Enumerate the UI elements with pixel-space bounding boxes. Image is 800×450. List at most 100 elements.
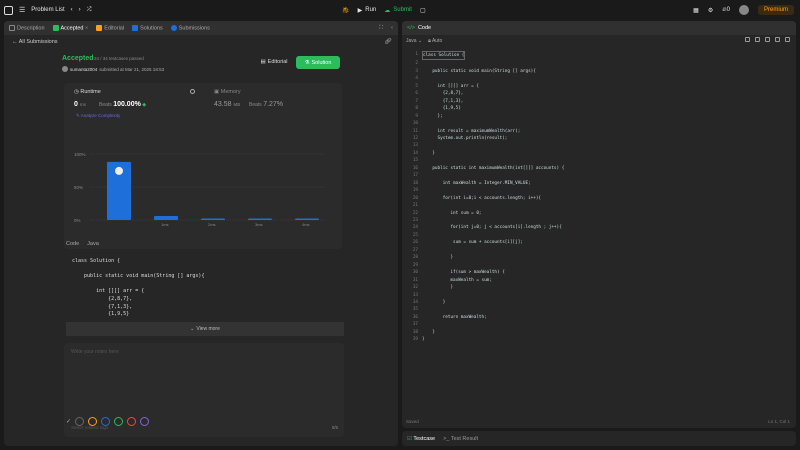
expand-icon[interactable]: ⛶ bbox=[379, 25, 383, 32]
tab-description[interactable]: Description bbox=[9, 24, 45, 31]
tab-test-result[interactable]: >_ Test Result bbox=[443, 436, 478, 442]
editor-line[interactable]: 36 return maxWealth; bbox=[408, 314, 792, 321]
editor-line[interactable]: 30 if(sum > maxWealth) { bbox=[408, 269, 792, 276]
editor-line[interactable]: 2 bbox=[408, 60, 792, 67]
line-text: int sum = 0; bbox=[422, 210, 482, 216]
submitted-at: submitted at Mar 21, 2025 18:53 bbox=[99, 66, 165, 72]
editor-line[interactable]: 23 bbox=[408, 217, 792, 224]
editor-line[interactable]: 25 bbox=[408, 232, 792, 239]
editor-line[interactable]: 16 public static int maximumWealth(int[]… bbox=[408, 165, 792, 172]
view-more-button[interactable]: ⌄ View more bbox=[66, 322, 344, 336]
link-icon[interactable]: 🔗︎ bbox=[384, 38, 392, 45]
info-icon[interactable] bbox=[190, 89, 195, 94]
auto-mode[interactable]: 🔒︎ Auto bbox=[428, 38, 442, 44]
layout-icon[interactable]: ▦ bbox=[693, 7, 699, 14]
editor-line[interactable]: 29 bbox=[408, 262, 792, 269]
next-problem-icon[interactable]: › bbox=[79, 7, 81, 13]
editor-line[interactable]: 26 sum = sum + accounts[i][j]; bbox=[408, 239, 792, 246]
close-tab-icon[interactable]: × bbox=[85, 25, 88, 31]
editorial-button[interactable]: ▤ Editorial bbox=[256, 56, 292, 68]
code-editor[interactable]: 1 class Solution {2 3 public static void … bbox=[408, 51, 792, 344]
editor-line[interactable]: 4 bbox=[408, 75, 792, 82]
editor-line[interactable]: 32 } bbox=[408, 284, 792, 291]
runtime-label[interactable]: ◷ Runtime bbox=[74, 89, 101, 95]
braces-icon[interactable] bbox=[765, 37, 770, 42]
submit-button[interactable]: ☁ Submit bbox=[384, 7, 412, 14]
editor-line[interactable]: 31 maxWealth = sum; bbox=[408, 277, 792, 284]
x-tick-label: 4ms bbox=[302, 222, 310, 227]
editor-line[interactable]: 24 for(int j=0; j < accounts[i].length ;… bbox=[408, 224, 792, 231]
collapse-icon[interactable]: ‹ bbox=[391, 25, 393, 31]
bookmark-icon[interactable] bbox=[745, 37, 750, 42]
color-dot[interactable] bbox=[101, 417, 111, 426]
editor-line[interactable]: 14 } bbox=[408, 150, 792, 157]
tab-testcase[interactable]: ☑ Testcase bbox=[407, 436, 435, 442]
shuffle-icon[interactable]: ⤮ bbox=[87, 7, 92, 14]
bar[interactable] bbox=[248, 218, 272, 221]
analyze-complexity-link[interactable]: ✎ Analyze Complexity bbox=[76, 113, 120, 119]
username[interactable]: sumanta2004 bbox=[70, 67, 97, 72]
tab-solutions[interactable]: Solutions bbox=[132, 24, 163, 31]
editor-line[interactable]: 34 } bbox=[408, 299, 792, 306]
editor-line[interactable]: 22 int sum = 0; bbox=[408, 210, 792, 217]
editor-line[interactable]: 37 bbox=[408, 321, 792, 328]
editor-line[interactable]: 33 bbox=[408, 292, 792, 299]
color-dot[interactable] bbox=[114, 417, 124, 426]
editor-line[interactable]: 10 bbox=[408, 120, 792, 127]
editor-line[interactable]: 3 public static void main(String [] args… bbox=[408, 68, 792, 75]
problem-list-link[interactable]: Problem List bbox=[31, 7, 64, 13]
fullscreen-icon[interactable] bbox=[785, 37, 790, 42]
color-dot[interactable] bbox=[127, 417, 137, 426]
reset-icon[interactable] bbox=[775, 37, 780, 42]
avatar[interactable] bbox=[738, 5, 749, 15]
editor-line[interactable]: 20 for(int i=0;i < accounts.length; i++)… bbox=[408, 195, 792, 202]
fire-icon[interactable]: 🔥︎0 bbox=[722, 7, 730, 14]
run-button[interactable]: ▶ Run bbox=[358, 7, 377, 14]
editor-line[interactable]: 39} bbox=[408, 336, 792, 343]
editor-line[interactable]: 28 } bbox=[408, 254, 792, 261]
settings-icon[interactable]: ⚙ bbox=[708, 7, 713, 14]
color-dot[interactable] bbox=[88, 417, 98, 426]
solution-button[interactable]: ⚗ Solution bbox=[296, 56, 340, 69]
premium-button[interactable]: Premium bbox=[757, 5, 794, 15]
editor-line[interactable]: 17 bbox=[408, 172, 792, 179]
editor-line[interactable]: 1 class Solution { bbox=[408, 51, 792, 61]
editor-line[interactable]: 27 bbox=[408, 247, 792, 254]
chevrons-down-icon: ⌄ bbox=[190, 326, 195, 332]
editor-line[interactable]: 5 int [][] arr = { bbox=[408, 83, 792, 90]
notes-icon[interactable]: ▢ bbox=[420, 7, 426, 14]
editor-line[interactable]: 12 System.out.println(result); bbox=[408, 135, 792, 142]
prev-problem-icon[interactable]: ‹ bbox=[71, 7, 73, 13]
editor-line[interactable]: 21 bbox=[408, 202, 792, 209]
memory-label[interactable]: ▣ Memory bbox=[214, 89, 241, 95]
line-text bbox=[422, 292, 425, 299]
celebrate-icon: ◆ bbox=[142, 102, 147, 108]
editor-line[interactable]: 7 {7,1,3}, bbox=[408, 98, 792, 105]
bar[interactable] bbox=[201, 218, 225, 221]
color-dot[interactable] bbox=[75, 417, 85, 426]
tab-editorial[interactable]: Editorial bbox=[96, 24, 124, 31]
editor-line[interactable]: 8 {1,9,5} bbox=[408, 105, 792, 112]
all-submissions-link[interactable]: ← All Submissions bbox=[12, 39, 58, 45]
editor-line[interactable]: 15 bbox=[408, 157, 792, 164]
editor-line[interactable]: 19 bbox=[408, 187, 792, 194]
editor-line[interactable]: 18 int maxWealth = Integer.MIN_VALUE; bbox=[408, 180, 792, 187]
editor-line[interactable]: 6 {2,8,7}, bbox=[408, 90, 792, 97]
x-tick-label: 2ms bbox=[208, 222, 216, 227]
debug-icon[interactable]: 🐞︎ bbox=[342, 7, 350, 14]
bar[interactable] bbox=[154, 216, 178, 220]
editor-line[interactable]: 35 bbox=[408, 306, 792, 313]
bar[interactable] bbox=[295, 218, 319, 221]
memory-beats: Beats 7.27% bbox=[249, 101, 284, 108]
language-select[interactable]: Java ⌄ bbox=[406, 38, 422, 44]
editor-line[interactable]: 38 } bbox=[408, 329, 792, 336]
tab-accepted[interactable]: Accepted × bbox=[52, 24, 88, 31]
editor-line[interactable]: 11 int result = maximumWealth(arr); bbox=[408, 128, 792, 135]
menu-icon[interactable]: ☰ bbox=[19, 6, 25, 14]
tab-submissions[interactable]: Submissions bbox=[170, 24, 210, 31]
format-icon[interactable] bbox=[755, 37, 760, 42]
color-dot[interactable] bbox=[140, 417, 150, 426]
leetcode-logo-icon[interactable] bbox=[4, 5, 13, 15]
editor-line[interactable]: 13 bbox=[408, 142, 792, 149]
editor-line[interactable]: 9 }; bbox=[408, 113, 792, 120]
